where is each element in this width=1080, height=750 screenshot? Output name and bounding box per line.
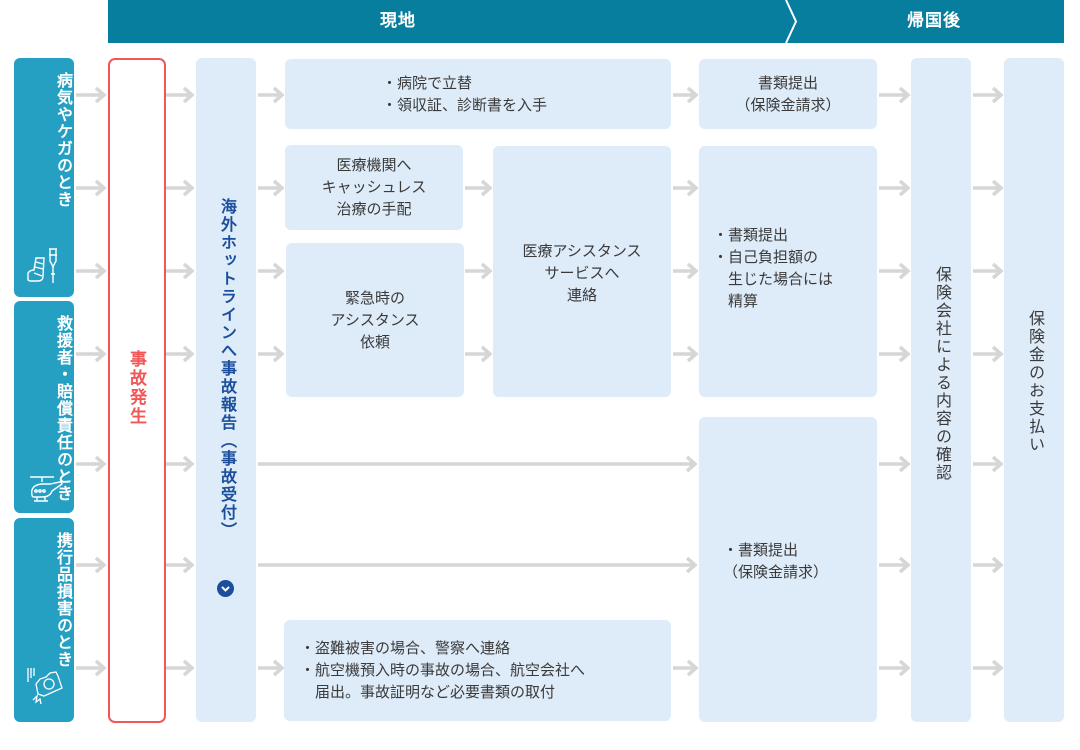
arrow-hotline-to-step	[258, 262, 285, 280]
arrow-hotline-to-step	[258, 345, 285, 363]
cashless-treatment-text: 医療機関へ キャッシュレス 治療の手配	[321, 156, 427, 218]
arrow-category-to-event	[76, 179, 107, 197]
arrow-event-to-hotline	[166, 455, 195, 473]
insurance-payment-label: 保険金のお支払い	[1026, 310, 1045, 454]
category-label: 病気やケガのとき	[54, 72, 73, 208]
hospital-payment-box: ・病院で立替 ・領収証、診断書を入手	[285, 59, 671, 129]
category-belongings-damage: 携行品損害 のとき	[14, 518, 74, 722]
arrow-step-to-assistance	[465, 179, 493, 197]
arrow-review-to-payment	[973, 262, 1004, 280]
accident-occurrence-label: 事故発生	[126, 350, 146, 426]
arrow-event-to-hotline	[166, 262, 195, 280]
chevron-down-circle-icon[interactable]	[217, 580, 234, 597]
arrow-event-to-hotline	[166, 659, 195, 677]
claim-submission-box-2: ・書類提出 ・自己負担額の 生じた場合には 精算	[699, 146, 877, 397]
arrow-category-to-event	[76, 345, 107, 363]
arrow-review-to-payment	[973, 455, 1004, 473]
arrow-event-to-hotline	[166, 86, 195, 104]
phase-divider-chevron-icon	[785, 0, 798, 43]
claim-submission-text: 書類提出 （保険金請求）	[735, 74, 841, 114]
arrow-step-to-claim	[673, 659, 699, 677]
arrow-event-to-hotline	[166, 179, 195, 197]
theft-loss-box: ・盗難被害の場合、警察へ連絡 ・航空機預入時の事故の場合、航空会社へ 届出。事故…	[284, 620, 671, 721]
medical-assistance-service-text: 医療アシスタンス サービスへ 連絡	[522, 242, 642, 304]
arrow-hotline-to-claim	[258, 556, 698, 574]
claim-submission-text: ・書類提出 （保険金請求）	[723, 541, 829, 581]
hotline-label: 海外ホットラインへ事故報告（事故受付）	[218, 198, 237, 540]
arrow-step-to-assistance	[465, 262, 493, 280]
arrow-hotline-to-step	[258, 179, 285, 197]
arrow-claim-to-review	[879, 86, 911, 104]
insurance-payment-box: 保険金のお支払い	[1004, 58, 1064, 722]
category-illness-injury: 病気やケガのとき	[14, 58, 74, 297]
arrow-category-to-event	[76, 262, 107, 280]
medical-assistance-service-box: 医療アシスタンス サービスへ 連絡	[493, 146, 671, 397]
arrow-claim-to-review	[879, 556, 911, 574]
arrow-event-to-hotline	[166, 345, 195, 363]
arrow-category-to-event	[76, 659, 107, 677]
falling-camera-icon	[27, 668, 63, 705]
arrow-claim-to-review	[879, 179, 911, 197]
arrow-review-to-payment	[973, 179, 1004, 197]
arrow-claim-to-review	[879, 455, 911, 473]
arrow-hotline-to-step	[258, 86, 285, 104]
emergency-assistance-box: 緊急時の アシスタンス 依頼	[286, 243, 464, 397]
arrow-hotline-to-claim	[258, 455, 698, 473]
arrow-step-to-assistance	[465, 345, 493, 363]
emergency-assistance-text: 緊急時の アシスタンス 依頼	[330, 289, 420, 351]
arrow-step-to-claim	[673, 345, 699, 363]
arrow-category-to-event	[76, 86, 107, 104]
overseas-hotline-box[interactable]: 海外ホットラインへ事故報告（事故受付）	[196, 58, 256, 722]
helicopter-icon	[30, 476, 63, 502]
category-rescue-liability: 救援者・ 賠償責任のとき	[14, 301, 74, 513]
arrow-review-to-payment	[973, 659, 1004, 677]
phase-header-bar: 現地 帰国後	[108, 0, 1064, 43]
arrow-category-to-event	[76, 455, 107, 473]
claim-submission-box-3: ・書類提出 （保険金請求）	[699, 417, 877, 722]
arrow-category-to-event	[76, 556, 107, 574]
accident-occurrence-box: 事故発生	[108, 58, 166, 723]
insurer-review-label: 保険会社による内容の確認	[933, 266, 952, 482]
claim-submission-box-1: 書類提出 （保険金請求）	[699, 59, 877, 129]
arrow-review-to-payment	[973, 86, 1004, 104]
hospital-payment-text: ・病院で立替 ・領収証、診断書を入手	[382, 74, 548, 114]
insurer-review-box: 保険会社による内容の確認	[911, 58, 971, 722]
phase-after-return-label: 帰国後	[907, 11, 961, 31]
arrow-review-to-payment	[973, 556, 1004, 574]
category-label: 携行品損害 のとき	[54, 532, 73, 668]
arrow-claim-to-review	[879, 659, 911, 677]
arrow-claim-to-review	[879, 345, 911, 363]
arrow-review-to-payment	[973, 345, 1004, 363]
arrow-claim-to-review	[879, 262, 911, 280]
phase-on-site-label: 現地	[380, 11, 416, 31]
arrow-step-to-claim	[673, 262, 699, 280]
arrow-step-to-claim	[673, 86, 699, 104]
crutch-cast-icon	[27, 248, 57, 283]
claim-settlement-text: ・書類提出 ・自己負担額の 生じた場合には 精算	[713, 226, 834, 310]
arrow-step-to-claim	[673, 179, 699, 197]
arrow-event-to-hotline	[166, 556, 195, 574]
cashless-treatment-box: 医療機関へ キャッシュレス 治療の手配	[285, 145, 463, 230]
arrow-hotline-to-step	[258, 659, 285, 677]
theft-loss-text: ・盗難被害の場合、警察へ連絡 ・航空機預入時の事故の場合、航空会社へ 届出。事故…	[300, 639, 586, 701]
